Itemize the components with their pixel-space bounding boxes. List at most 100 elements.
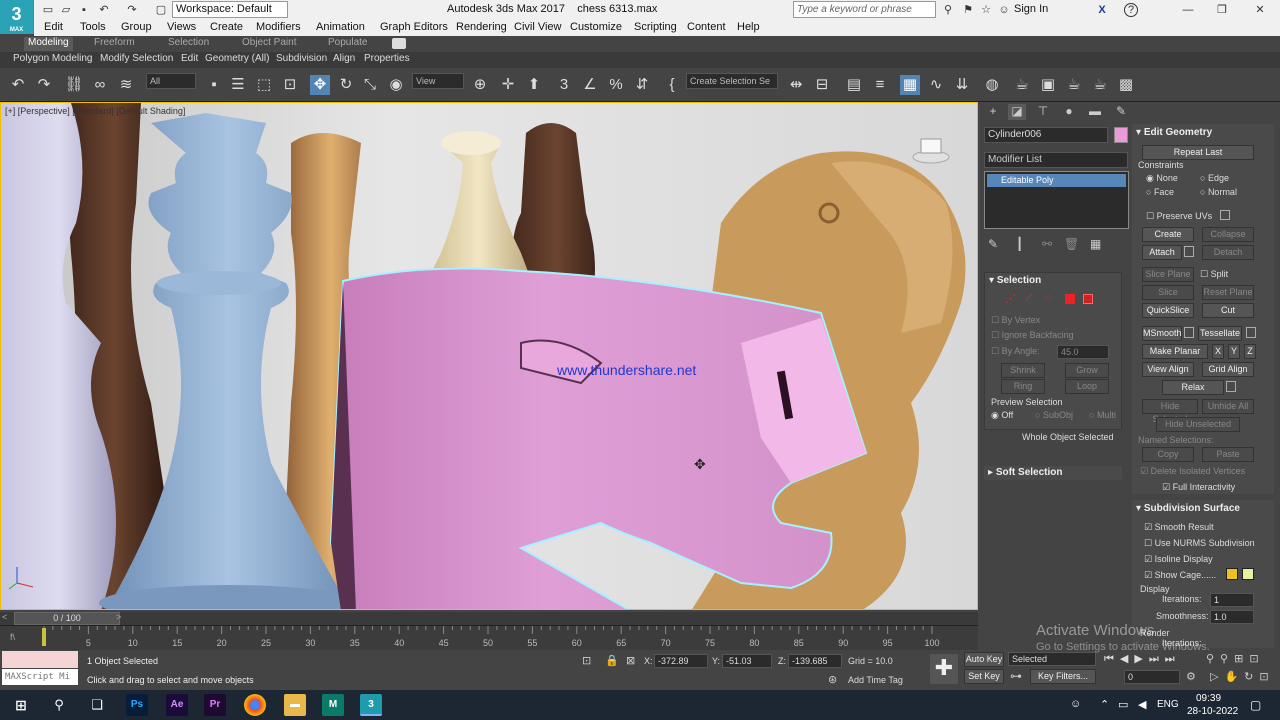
cage-color-swatch-2[interactable]	[1242, 568, 1254, 580]
select-by-name-icon[interactable]: ☰	[228, 75, 248, 95]
favorites-icon[interactable]: ☆	[978, 3, 994, 17]
hide-unselected-button[interactable]: Hide Unselected	[1156, 417, 1240, 432]
exchange-icon[interactable]: X	[1094, 3, 1110, 17]
menu-help[interactable]: Help	[737, 21, 760, 33]
curve-editor-mini-icon[interactable]: f\	[10, 632, 15, 642]
selected-dropdown[interactable]: Selected	[1008, 652, 1096, 666]
menu-animation[interactable]: Animation	[316, 21, 365, 33]
subobject-element-icon[interactable]	[1083, 294, 1093, 304]
curve-editor-icon[interactable]: ∿	[926, 75, 946, 95]
communication-icon[interactable]: ⚑	[960, 3, 976, 17]
layer-explorer-icon[interactable]: ▤	[844, 75, 864, 95]
named-selection-dropdown[interactable]: Create Selection Se	[686, 73, 778, 89]
search-input[interactable]: Type a keyword or phrase	[793, 1, 936, 18]
new-file-icon[interactable]: ▭	[40, 3, 56, 17]
display-tab-icon[interactable]: ▬	[1086, 104, 1104, 120]
notifications-icon[interactable]: ▢	[1250, 698, 1261, 712]
iterations-spinner[interactable]: 1	[1210, 593, 1254, 607]
cut-button[interactable]: Cut	[1202, 303, 1254, 318]
align-icon[interactable]: ⊟	[812, 75, 832, 95]
menu-customize[interactable]: Customize	[570, 21, 622, 33]
render-setup-icon[interactable]: ☕	[1012, 75, 1032, 95]
viewport-label[interactable]: [+] [Perspective] [Standard] [Default Sh…	[5, 106, 185, 116]
panel-modify-selection[interactable]: Modify Selection	[100, 53, 173, 64]
search-icon[interactable]: ⚲	[48, 694, 70, 716]
selection-lock-icon[interactable]: 🔒	[605, 654, 619, 667]
show-hidden-icons[interactable]: ⌃	[1100, 698, 1109, 711]
current-frame-field[interactable]: 0	[1124, 670, 1180, 684]
tab-freeform[interactable]: Freeform	[94, 37, 135, 48]
unlink-icon[interactable]: ∞	[90, 75, 110, 95]
undo-icon[interactable]: ↶	[96, 3, 112, 17]
create-tab-icon[interactable]: +	[984, 104, 1002, 120]
photoshop-icon[interactable]: Ps	[126, 694, 148, 716]
timeline-next-icon[interactable]: >	[116, 612, 121, 622]
time-marker[interactable]	[42, 628, 46, 646]
msmooth-settings-icon[interactable]	[1184, 327, 1194, 338]
full-interactivity-checkbox[interactable]: ☑ Full Interactivity	[1162, 482, 1235, 493]
undo-icon[interactable]: ↶	[8, 75, 28, 95]
tessellate-settings-icon[interactable]	[1246, 327, 1256, 338]
quickslice-button[interactable]: QuickSlice	[1142, 303, 1194, 318]
relax-settings-icon[interactable]	[1226, 381, 1236, 392]
unhide-all-button[interactable]: Unhide All	[1202, 399, 1254, 414]
menu-scripting[interactable]: Scripting	[634, 21, 677, 33]
playback-controls[interactable]: ⏮◀▶⏭⏭	[1104, 652, 1181, 666]
constraint-edge-radio[interactable]: ○ Edge	[1200, 173, 1229, 183]
maximize-icon[interactable]: ❐	[1214, 3, 1230, 17]
selection-rollout-header[interactable]: ▾ Selection	[989, 275, 1041, 286]
preview-multi-radio[interactable]: ○ Multi	[1089, 410, 1116, 420]
pivot-center-icon[interactable]: ⊕	[470, 75, 490, 95]
maxscript-listener-pink[interactable]	[2, 651, 78, 668]
set-key-icon[interactable]: ⊶	[1010, 669, 1022, 683]
premiere-icon[interactable]: Pr	[204, 694, 226, 716]
select-move-icon[interactable]: ✥	[310, 75, 330, 95]
soft-selection-rollout[interactable]: ▸ Soft Selection	[984, 466, 1122, 480]
spinner-snap-icon[interactable]: ⇵	[632, 75, 652, 95]
open-file-icon[interactable]: ▱	[58, 3, 74, 17]
set-key-button[interactable]: Set Key	[964, 669, 1004, 684]
maya-icon[interactable]: M	[322, 694, 344, 716]
ribbon-toggle-icon[interactable]	[392, 38, 406, 49]
isoline-display-checkbox[interactable]: ☑ Isoline Display	[1144, 554, 1213, 565]
pin-stack-icon[interactable]: ✎	[988, 237, 998, 251]
add-time-tag[interactable]: Add Time Tag	[848, 675, 903, 685]
panel-edit[interactable]: Edit	[181, 53, 198, 64]
subobject-border-icon[interactable]: ◌	[1045, 292, 1052, 304]
relax-button[interactable]: Relax	[1162, 380, 1224, 395]
smooth-result-checkbox[interactable]: ☑ Smooth Result	[1144, 522, 1214, 533]
angle-snap-icon[interactable]: ∠	[580, 75, 600, 95]
key-filters-button[interactable]: Key Filters...	[1030, 669, 1096, 684]
redo-icon[interactable]: ↷	[124, 3, 140, 17]
hierarchy-tab-icon[interactable]: ⊤	[1034, 104, 1052, 120]
remove-modifier-icon[interactable]: 🗑	[1064, 237, 1079, 251]
time-slider[interactable]: 0 / 100	[14, 612, 120, 625]
menu-content[interactable]: Content	[687, 21, 726, 33]
subobject-vertex-icon[interactable]: ⋰	[1005, 292, 1016, 305]
edit-geometry-header[interactable]: ▾ Edit Geometry	[1136, 127, 1212, 138]
window-crossing-icon[interactable]: ⊡	[280, 75, 300, 95]
time-slider-track[interactable]: < 0 / 100 >	[0, 612, 978, 625]
render-iterative-icon[interactable]: ☕	[1090, 75, 1110, 95]
constraint-face-radio[interactable]: ○ Face	[1146, 187, 1174, 197]
repeat-last-button[interactable]: Repeat Last	[1142, 145, 1254, 160]
menu-graph-editors[interactable]: Graph Editors	[380, 21, 448, 33]
subdivision-header[interactable]: ▾ Subdivision Surface	[1136, 503, 1240, 514]
percent-snap-icon[interactable]: %	[606, 75, 626, 95]
keyboard-shortcut-icon[interactable]: ⬆	[524, 75, 544, 95]
reset-plane-button[interactable]: Reset Plane	[1202, 285, 1254, 300]
track-bar[interactable]: 5 10 15 20 25 30 35 40 45 50 55 60 65 70 75 80 85 90 95 100…	[0, 625, 978, 650]
grid-align-button[interactable]: Grid Align	[1202, 362, 1254, 377]
toggle-ribbon-icon[interactable]: ▦	[900, 75, 920, 95]
tab-selection[interactable]: Selection	[168, 37, 209, 48]
tab-object-paint[interactable]: Object Paint	[242, 37, 296, 48]
show-cage-checkbox[interactable]: ☑ Show Cage......	[1144, 570, 1216, 581]
collapse-button[interactable]: Collapse	[1202, 227, 1254, 242]
panel-geometry-all[interactable]: Geometry (All)	[205, 53, 269, 64]
planar-y-button[interactable]: Y	[1228, 344, 1240, 359]
chrome-icon[interactable]	[244, 694, 266, 716]
render-production-icon[interactable]: ☕	[1064, 75, 1084, 95]
task-view-icon[interactable]: ❏	[86, 694, 108, 716]
menu-views[interactable]: Views	[167, 21, 196, 33]
material-editor-icon[interactable]: ◍	[982, 75, 1002, 95]
